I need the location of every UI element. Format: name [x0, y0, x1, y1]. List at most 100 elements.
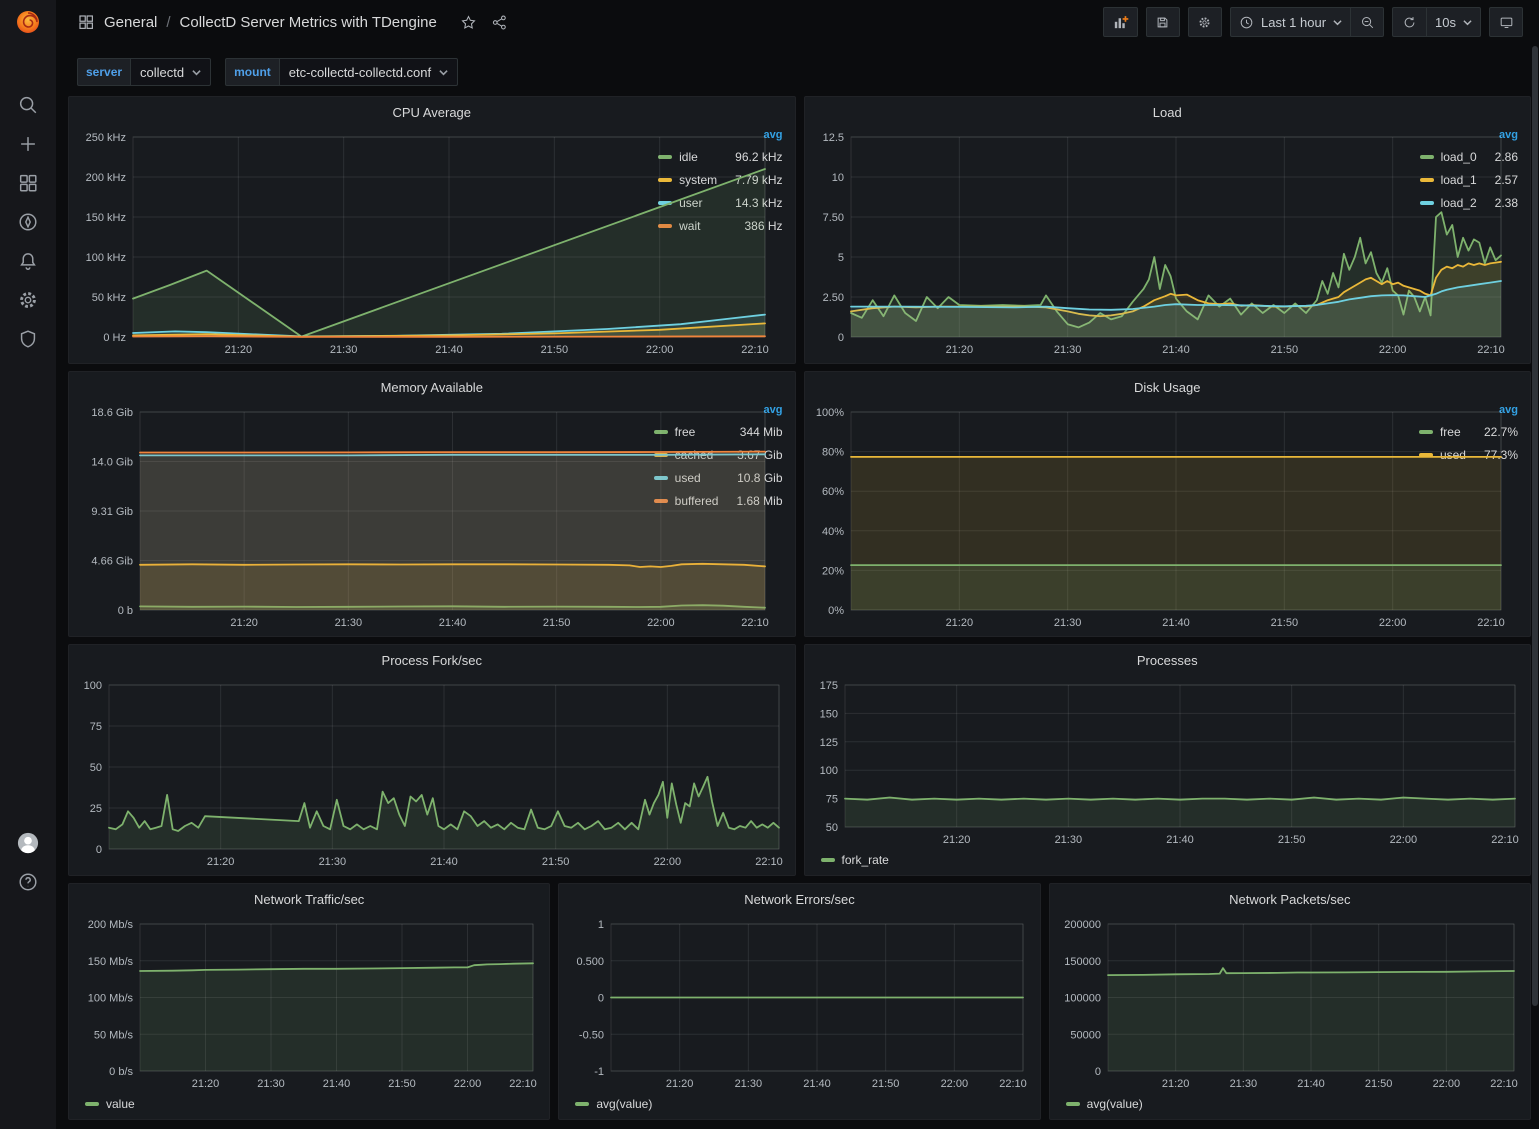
- process-fork-chart[interactable]: 025507510021:2021:3021:4021:5022:0022:10: [77, 675, 787, 871]
- panel-title[interactable]: Network Packets/sec: [1050, 884, 1530, 914]
- panel-processes: Processes 507510012515017521:2021:3021:4…: [804, 644, 1532, 876]
- network-traffic-chart[interactable]: 0 b/s50 Mb/s100 Mb/s150 Mb/s200 Mb/s21:2…: [77, 914, 541, 1093]
- svg-text:0%: 0%: [828, 605, 844, 617]
- time-range-picker[interactable]: Last 1 hour: [1230, 7, 1350, 37]
- breadcrumb-section[interactable]: General: [104, 14, 157, 31]
- panel-title[interactable]: Processes: [805, 645, 1531, 675]
- navbar-toolbar: Last 1 hour 10s: [1103, 7, 1523, 37]
- svg-text:100%: 100%: [815, 407, 843, 419]
- configuration-gear-icon[interactable]: [17, 289, 39, 311]
- svg-text:21:30: 21:30: [1053, 617, 1081, 629]
- refresh-button[interactable]: [1392, 7, 1426, 37]
- sidebar: [0, 0, 56, 1129]
- legend-item-value[interactable]: value: [85, 1097, 135, 1111]
- svg-text:21:40: 21:40: [804, 1078, 832, 1090]
- dashboard-variables: server collectd mount etc-collectd-colle…: [56, 44, 1539, 96]
- variable-server-select[interactable]: collectd: [130, 58, 211, 86]
- svg-text:75: 75: [825, 794, 837, 806]
- svg-text:21:20: 21:20: [225, 344, 253, 356]
- chevron-down-icon: [439, 68, 448, 77]
- panel-title[interactable]: Load: [805, 97, 1531, 127]
- svg-text:0.500: 0.500: [577, 956, 605, 968]
- grafana-logo[interactable]: [14, 8, 42, 36]
- svg-text:9.31 Gib: 9.31 Gib: [91, 506, 133, 518]
- server-admin-shield-icon[interactable]: [17, 328, 39, 350]
- network-errors-chart[interactable]: -1-0.5000.500121:2021:3021:4021:5022:002…: [567, 914, 1031, 1093]
- svg-text:21:50: 21:50: [542, 856, 570, 868]
- network-traffic-legend: value: [77, 1093, 541, 1115]
- svg-text:250 kHz: 250 kHz: [86, 132, 126, 144]
- alerting-bell-icon[interactable]: [17, 250, 39, 272]
- svg-text:22:00: 22:00: [1378, 617, 1406, 629]
- svg-text:100 Mb/s: 100 Mb/s: [88, 993, 134, 1005]
- navbar: General / CollectD Server Metrics with T…: [56, 0, 1539, 44]
- svg-text:21:20: 21:20: [942, 834, 970, 846]
- svg-text:100000: 100000: [1064, 993, 1101, 1005]
- svg-text:50: 50: [90, 762, 102, 774]
- scrollbar[interactable]: [1531, 0, 1539, 1129]
- memory-available-chart[interactable]: 0 b4.66 Gib9.31 Gib14.0 Gib18.6 Gib21:20…: [77, 402, 644, 632]
- add-panel-button[interactable]: [1103, 7, 1138, 37]
- svg-text:22:10: 22:10: [1477, 344, 1505, 356]
- svg-text:21:50: 21:50: [1270, 344, 1298, 356]
- create-plus-icon[interactable]: [17, 133, 39, 155]
- svg-text:100: 100: [84, 680, 102, 692]
- variable-mount-label[interactable]: mount: [225, 58, 279, 86]
- svg-text:2.50: 2.50: [822, 292, 843, 304]
- panel-title[interactable]: Disk Usage: [805, 372, 1531, 402]
- breadcrumb-separator: /: [166, 14, 170, 31]
- star-icon[interactable]: [460, 14, 477, 31]
- panel-title[interactable]: Process Fork/sec: [69, 645, 795, 675]
- panel-disk-usage: Disk Usage 0%20%40%60%80%100%21:2021:302…: [804, 371, 1532, 637]
- panel-title[interactable]: Memory Available: [69, 372, 795, 402]
- svg-text:21:50: 21:50: [541, 344, 569, 356]
- dashboard-settings-button[interactable]: [1188, 7, 1222, 37]
- svg-text:22:00: 22:00: [1378, 344, 1406, 356]
- share-icon[interactable]: [491, 14, 508, 31]
- series: [140, 963, 533, 1071]
- user-avatar[interactable]: [17, 832, 39, 854]
- search-icon[interactable]: [17, 94, 39, 116]
- legend-item-avg(value)[interactable]: avg(value): [1066, 1097, 1143, 1111]
- panel-memory-available: Memory Available 0 b4.66 Gib9.31 Gib14.0…: [68, 371, 796, 637]
- network-packets-legend: avg(value): [1058, 1093, 1522, 1115]
- svg-text:18.6 Gib: 18.6 Gib: [91, 407, 133, 419]
- panel-title[interactable]: Network Traffic/sec: [69, 884, 549, 914]
- svg-text:40%: 40%: [821, 526, 843, 538]
- svg-text:21:30: 21:30: [330, 344, 358, 356]
- save-dashboard-button[interactable]: [1146, 7, 1180, 37]
- variable-mount: mount etc-collectd-collectd.conf: [225, 58, 458, 86]
- svg-text:22:10: 22:10: [755, 856, 783, 868]
- cycle-view-mode-button[interactable]: [1489, 7, 1523, 37]
- scrollbar-thumb[interactable]: [1532, 46, 1538, 1006]
- processes-chart[interactable]: 507510012515017521:2021:3021:4021:5022:0…: [813, 675, 1523, 849]
- variable-server-value: collectd: [140, 65, 184, 80]
- panel-title[interactable]: CPU Average: [69, 97, 795, 127]
- legend-item-fork_rate[interactable]: fork_rate: [821, 853, 889, 867]
- disk-usage-chart[interactable]: 0%20%40%60%80%100%21:2021:3021:4021:5022…: [813, 402, 1409, 632]
- svg-text:22:00: 22:00: [1432, 1078, 1460, 1090]
- svg-text:21:30: 21:30: [1053, 344, 1081, 356]
- panel-title[interactable]: Network Errors/sec: [559, 884, 1039, 914]
- variable-mount-value: etc-collectd-collectd.conf: [289, 65, 431, 80]
- legend-item-avg(value)[interactable]: avg(value): [575, 1097, 652, 1111]
- refresh-interval-dropdown[interactable]: 10s: [1426, 7, 1481, 37]
- explore-compass-icon[interactable]: [17, 211, 39, 233]
- help-icon[interactable]: [17, 871, 39, 893]
- cpu-average-chart[interactable]: 0 Hz50 kHz100 kHz150 kHz200 kHz250 kHz21…: [77, 127, 648, 359]
- svg-text:0: 0: [837, 332, 843, 344]
- svg-text:21:40: 21:40: [430, 856, 458, 868]
- panel-process-fork: Process Fork/sec 025507510021:2021:3021:…: [68, 644, 796, 876]
- svg-text:4.66 Gib: 4.66 Gib: [91, 555, 133, 567]
- zoom-out-button[interactable]: [1350, 7, 1384, 37]
- panel-network-packets: Network Packets/sec 05000010000015000020…: [1049, 883, 1531, 1120]
- network-packets-chart[interactable]: 05000010000015000020000021:2021:3021:402…: [1058, 914, 1522, 1093]
- variable-server-label[interactable]: server: [77, 58, 130, 86]
- load-chart[interactable]: 02.5057.501012.521:2021:3021:4021:5022:0…: [813, 127, 1410, 359]
- dashboard-grid-icon: [77, 13, 95, 31]
- svg-text:21:20: 21:20: [945, 617, 973, 629]
- dashboards-icon[interactable]: [17, 172, 39, 194]
- variable-mount-select[interactable]: etc-collectd-collectd.conf: [279, 58, 458, 86]
- series: [1108, 968, 1514, 1071]
- legend-swatch: [821, 858, 835, 862]
